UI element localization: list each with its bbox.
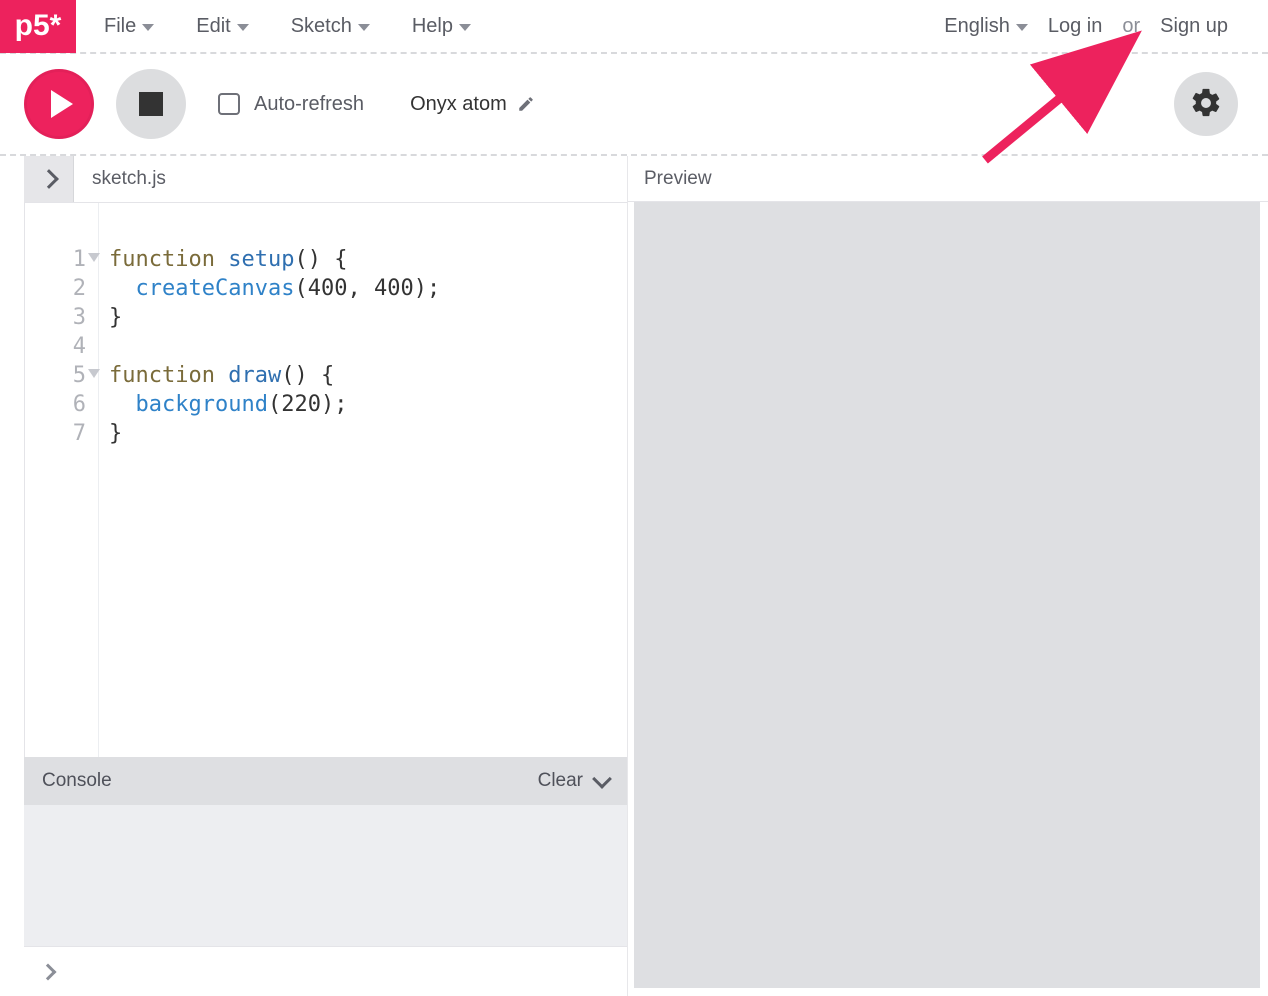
file-tab[interactable]: sketch.js	[74, 156, 184, 202]
stop-icon	[139, 92, 163, 116]
autorefresh-label: Auto-refresh	[254, 93, 364, 116]
sketch-name[interactable]: Onyx atom	[410, 93, 535, 116]
console-clear-button[interactable]: Clear	[538, 770, 609, 792]
preview-header: Preview	[628, 156, 1268, 202]
console-clear-label: Clear	[538, 770, 583, 792]
signup-link[interactable]: Sign up	[1160, 15, 1228, 38]
menu-sketch[interactable]: Sketch	[291, 15, 370, 38]
sketch-name-text: Onyx atom	[410, 93, 507, 116]
code-area[interactable]: function setup() { createCanvas(400, 400…	[99, 203, 450, 757]
stop-button[interactable]	[116, 69, 186, 139]
editor-tab-row: sketch.js	[24, 156, 627, 203]
menu-sketch-label: Sketch	[291, 15, 352, 38]
console-header: Console Clear	[24, 757, 627, 805]
preview-title: Preview	[644, 168, 712, 190]
chevron-right-icon	[40, 963, 57, 980]
caret-down-icon	[1016, 24, 1028, 31]
toolbar: Auto-refresh Onyx atom	[0, 54, 1268, 156]
chevron-down-icon	[592, 769, 612, 789]
preview-canvas	[634, 202, 1260, 988]
console-body	[24, 805, 627, 996]
menu-left-group: File Edit Sketch Help	[76, 15, 471, 38]
menu-file[interactable]: File	[104, 15, 154, 38]
or-text: or	[1122, 15, 1140, 38]
menu-help-label: Help	[412, 15, 453, 38]
line-gutter: 1234567	[25, 203, 99, 757]
autorefresh-checkbox[interactable]	[218, 93, 240, 115]
play-button[interactable]	[24, 69, 94, 139]
code-editor[interactable]: 1234567 function setup() { createCanvas(…	[24, 203, 627, 757]
menu-right-group: English Log in or Sign up	[944, 15, 1268, 38]
caret-down-icon	[142, 24, 154, 31]
caret-down-icon	[237, 24, 249, 31]
caret-down-icon	[459, 24, 471, 31]
menu-file-label: File	[104, 15, 136, 38]
pencil-icon[interactable]	[517, 95, 535, 113]
menu-help[interactable]: Help	[412, 15, 471, 38]
gear-icon	[1189, 86, 1223, 123]
menubar: p5* File Edit Sketch Help English Log in…	[0, 0, 1268, 54]
sidebar-expand-button[interactable]	[24, 156, 74, 202]
language-selector[interactable]: English	[944, 15, 1028, 38]
console-input[interactable]	[24, 946, 627, 996]
p5-logo[interactable]: p5*	[0, 0, 76, 53]
workspace: sketch.js 1234567 function setup() { cre…	[0, 156, 1268, 996]
settings-button[interactable]	[1174, 72, 1238, 136]
menu-edit-label: Edit	[196, 15, 230, 38]
menu-edit[interactable]: Edit	[196, 15, 248, 38]
play-icon	[51, 90, 73, 118]
caret-down-icon	[358, 24, 370, 31]
preview-wrap	[628, 202, 1268, 996]
chevron-right-icon	[39, 169, 59, 189]
right-pane: Preview	[628, 156, 1268, 996]
console-title: Console	[42, 770, 112, 792]
language-label: English	[944, 15, 1010, 38]
left-pane: sketch.js 1234567 function setup() { cre…	[0, 156, 628, 996]
login-link[interactable]: Log in	[1048, 15, 1103, 38]
autorefresh-toggle[interactable]: Auto-refresh	[218, 93, 364, 116]
